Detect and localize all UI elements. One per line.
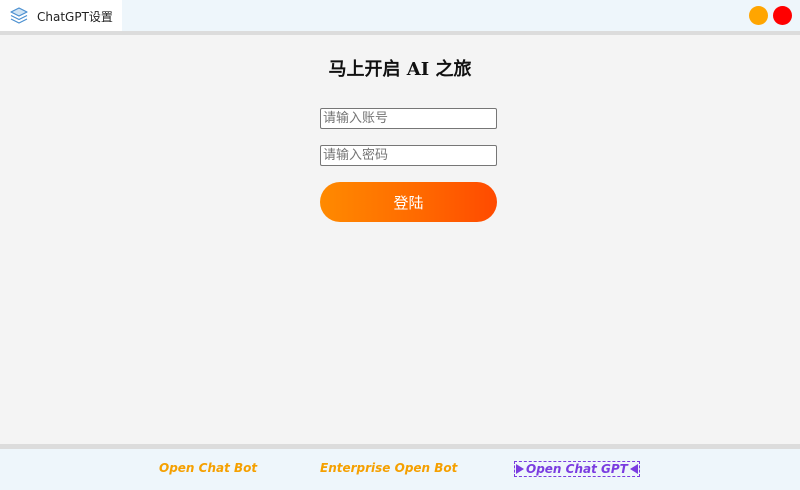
window-tab[interactable]: ChatGPT设置	[0, 0, 122, 31]
window-title: ChatGPT设置	[37, 10, 113, 24]
login-panel: 马上开启 AI 之旅 登陆	[0, 35, 800, 444]
play-left-icon	[629, 464, 638, 474]
footer-link-open-chat-bot[interactable]: Open Chat Bot	[159, 461, 257, 475]
title-bar: ChatGPT设置	[0, 0, 800, 31]
minimize-button[interactable]	[749, 6, 768, 25]
login-button[interactable]: 登陆	[320, 182, 497, 222]
footer-link-label: Open Chat GPT	[526, 462, 628, 476]
footer-link-open-chat-gpt[interactable]: Open Chat GPT	[514, 461, 640, 477]
layers-icon	[10, 7, 28, 24]
play-right-icon	[516, 464, 524, 474]
close-button[interactable]	[773, 6, 792, 25]
password-input[interactable]	[320, 145, 497, 166]
footer: Open Chat Bot Enterprise Open Bot Open C…	[0, 449, 800, 490]
account-input[interactable]	[320, 108, 497, 129]
footer-link-enterprise-open-bot[interactable]: Enterprise Open Bot	[320, 461, 457, 475]
page-title: 马上开启 AI 之旅	[328, 59, 472, 80]
